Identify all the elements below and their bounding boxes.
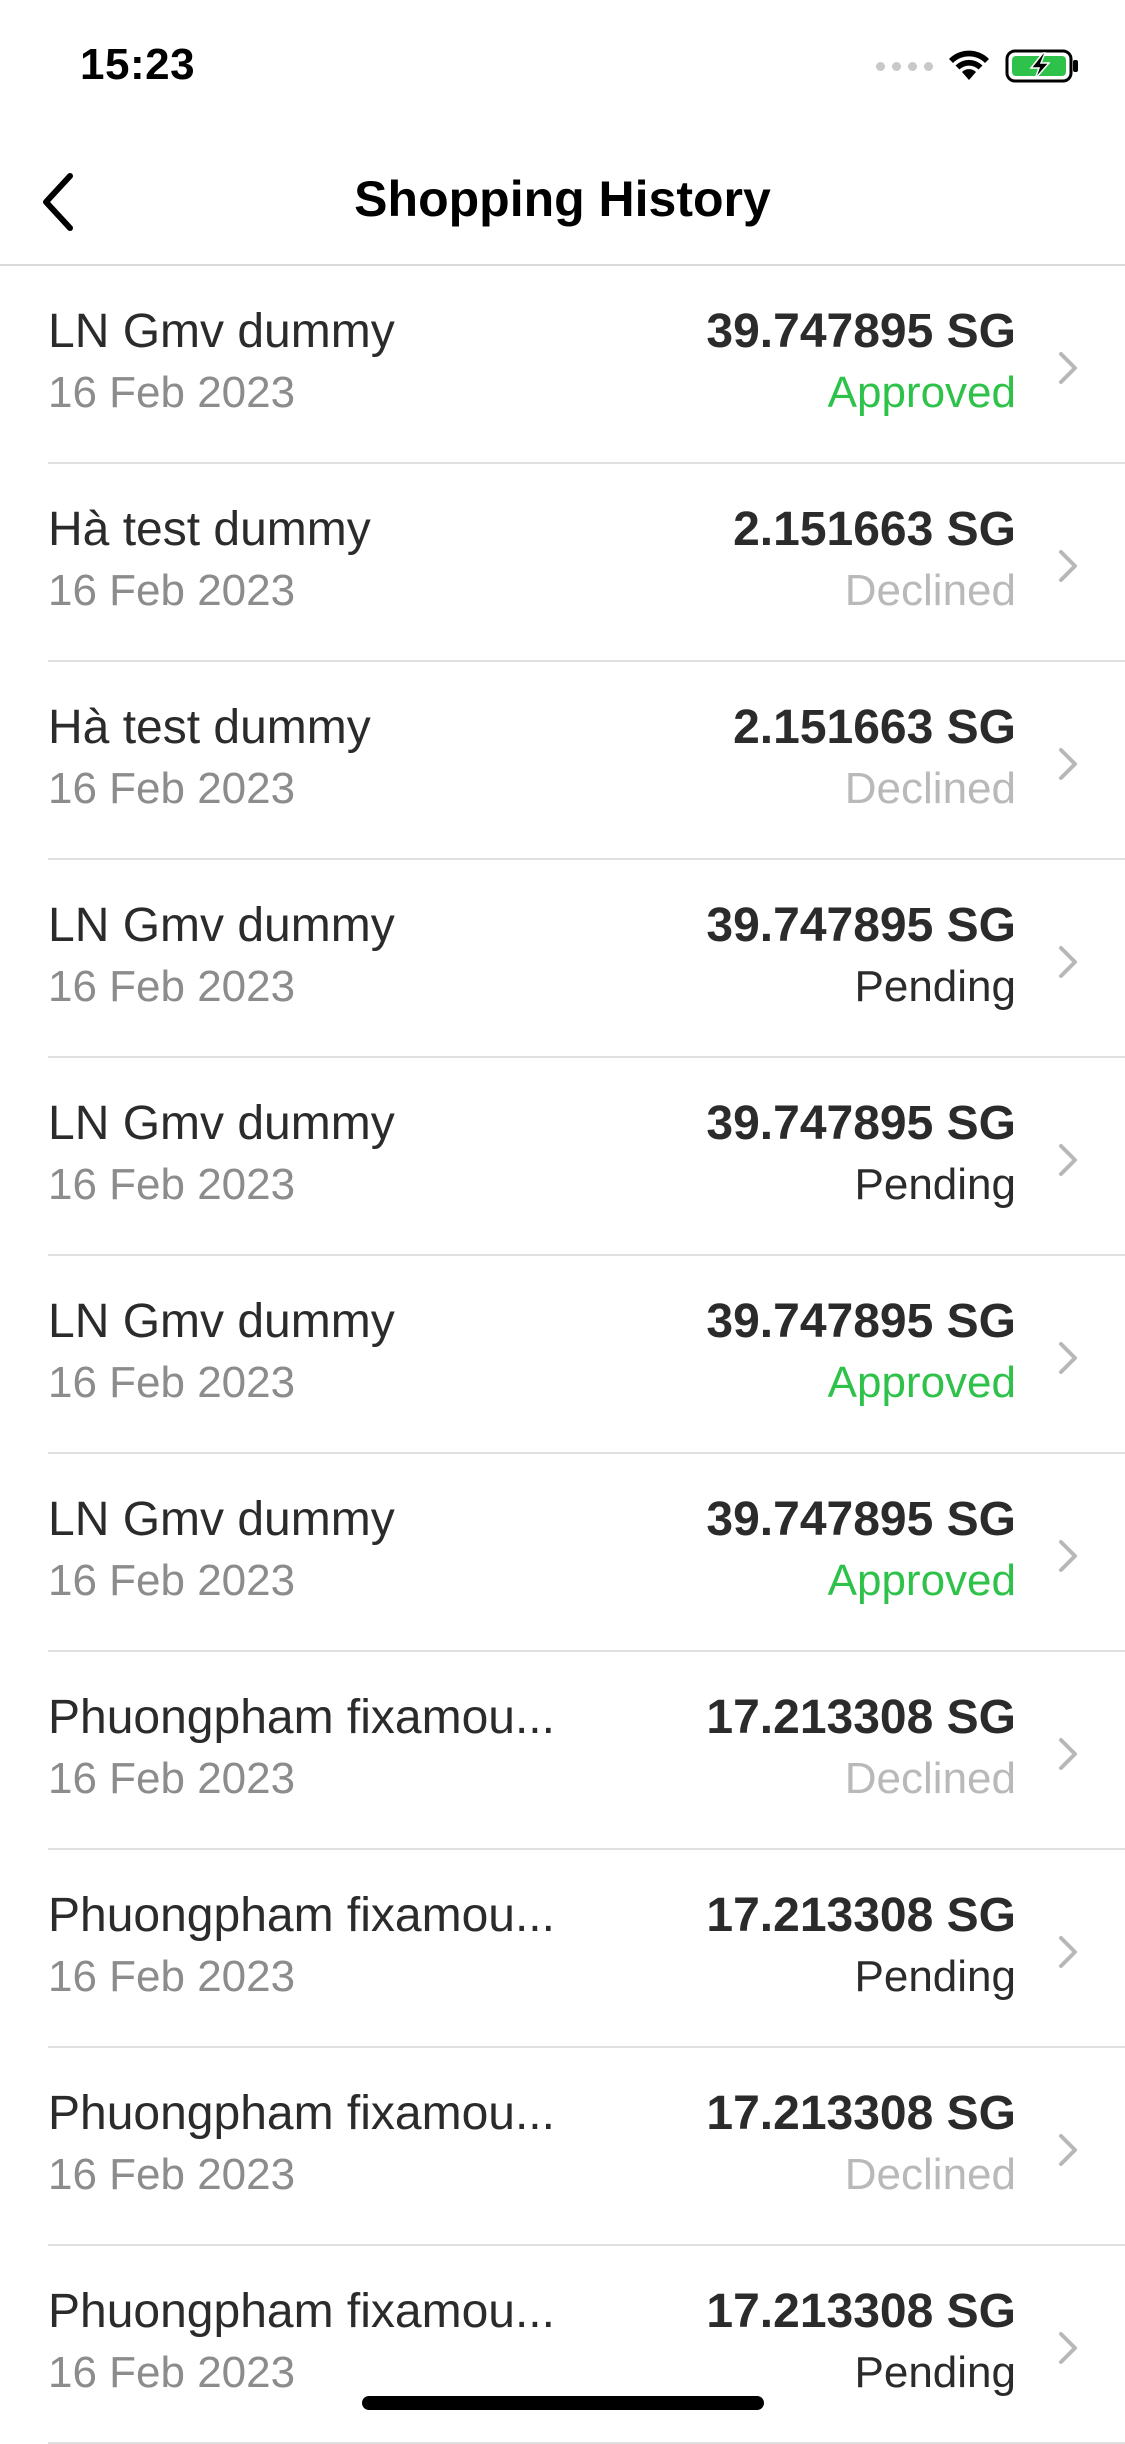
transaction-date: 16 Feb 2023: [48, 1556, 296, 1605]
transaction-amount: 39.747895 SG: [706, 1295, 1016, 1348]
chevron-right-icon: [1059, 1936, 1077, 1968]
status-bar: 15:23: [0, 0, 1125, 140]
transaction-amount: 39.747895 SG: [706, 899, 1016, 952]
transaction-status: Pending: [854, 962, 1016, 1011]
chevron-right-icon: [1059, 352, 1077, 384]
chevron-right-icon: [1059, 1738, 1077, 1770]
transaction-date: 16 Feb 2023: [48, 566, 296, 615]
transaction-row[interactable]: Phuongpham fixamou... 16 Feb 2023 17.21330…: [0, 1652, 1125, 1850]
chevron-right-icon: [1059, 946, 1077, 978]
transaction-row[interactable]: Phuongpham fixamou... 16 Feb 2023 17.21330…: [0, 2048, 1125, 2246]
transaction-amount: 17.213308 SG: [706, 1691, 1016, 1744]
transaction-status: Declined: [844, 764, 1016, 813]
transaction-amount: 2.151663 SG: [733, 701, 1016, 754]
transaction-row[interactable]: Phuongpham fixamou... 16 Feb 2023 17.21330…: [0, 1850, 1125, 2048]
page-title: Shopping History: [354, 171, 771, 227]
transaction-status: Pending: [854, 1952, 1016, 2001]
transaction-status: Approved: [827, 1556, 1016, 1605]
transaction-title: LN Gmv dummy: [48, 305, 395, 358]
transaction-status: Declined: [844, 566, 1016, 615]
transaction-row[interactable]: LN Gmv dummy 16 Feb 2023 39.747895 SG Pendi…: [0, 1058, 1125, 1256]
transaction-row[interactable]: Phuongpham fixamou... 16 Feb 2023 17.21330…: [0, 2246, 1125, 2444]
transaction-list: LN Gmv dummy 16 Feb 2023 39.747895 SG Appro…: [0, 266, 1125, 2444]
status-icons: [876, 48, 1081, 84]
transaction-title: Phuongpham fixamou...: [48, 2285, 555, 2338]
transaction-amount: 39.747895 SG: [706, 1097, 1016, 1150]
transaction-amount: 17.213308 SG: [706, 1889, 1016, 1942]
transaction-date: 16 Feb 2023: [48, 1754, 296, 1803]
chevron-right-icon: [1059, 2134, 1077, 2166]
navigation-bar: Shopping History: [0, 140, 1125, 266]
transaction-amount: 17.213308 SG: [706, 2087, 1016, 2140]
transaction-amount: 39.747895 SG: [706, 305, 1016, 358]
wifi-icon: [949, 50, 989, 80]
status-time: 15:23: [80, 40, 196, 89]
transaction-title: LN Gmv dummy: [48, 899, 395, 952]
transaction-amount: 2.151663 SG: [733, 503, 1016, 556]
transaction-row[interactable]: LN Gmv dummy 16 Feb 2023 39.747895 SG Appro…: [0, 1454, 1125, 1652]
transaction-title: LN Gmv dummy: [48, 1493, 395, 1546]
transaction-status: Pending: [854, 1160, 1016, 1209]
transaction-date: 16 Feb 2023: [48, 2150, 296, 2199]
chevron-right-icon: [1059, 1540, 1077, 1572]
transaction-row[interactable]: LN Gmv dummy 16 Feb 2023 39.747895 SG Appro…: [0, 266, 1125, 464]
transaction-status: Pending: [854, 2348, 1016, 2397]
transaction-row[interactable]: LN Gmv dummy 16 Feb 2023 39.747895 SG Appro…: [0, 1256, 1125, 1454]
transaction-date: 16 Feb 2023: [48, 764, 296, 813]
transaction-amount: 39.747895 SG: [706, 1493, 1016, 1546]
transaction-title: Hà test dummy: [48, 701, 371, 754]
battery-charging-icon: [1005, 49, 1078, 83]
transaction-status: Approved: [827, 368, 1016, 417]
transaction-date: 16 Feb 2023: [48, 2348, 296, 2397]
transaction-title: LN Gmv dummy: [48, 1097, 395, 1150]
transaction-title: Phuongpham fixamou...: [48, 2087, 555, 2140]
transaction-status: Approved: [827, 1358, 1016, 1407]
transaction-date: 16 Feb 2023: [48, 962, 296, 1011]
transaction-title: Hà test dummy: [48, 503, 371, 556]
transaction-date: 16 Feb 2023: [48, 368, 296, 417]
chevron-right-icon: [1059, 2332, 1077, 2364]
transaction-status: Declined: [844, 2150, 1016, 2199]
chevron-right-icon: [1059, 550, 1077, 582]
transaction-status: Declined: [844, 1754, 1016, 1803]
chevron-right-icon: [1059, 748, 1077, 780]
transaction-row[interactable]: Hà test dummy 16 Feb 2023 2.151663 SG Decli…: [0, 662, 1125, 860]
transaction-title: Phuongpham fixamou...: [48, 1889, 555, 1942]
transaction-title: LN Gmv dummy: [48, 1295, 395, 1348]
chevron-right-icon: [1059, 1342, 1077, 1374]
transaction-row[interactable]: Hà test dummy 16 Feb 2023 2.151663 SG Decli…: [0, 464, 1125, 662]
transaction-date: 16 Feb 2023: [48, 1358, 296, 1407]
home-indicator[interactable]: [362, 2396, 764, 2410]
transaction-date: 16 Feb 2023: [48, 1160, 296, 1209]
chevron-right-icon: [1059, 1144, 1077, 1176]
transaction-row[interactable]: LN Gmv dummy 16 Feb 2023 39.747895 SG Pendi…: [0, 860, 1125, 1058]
transaction-amount: 17.213308 SG: [706, 2285, 1016, 2338]
transaction-title: Phuongpham fixamou...: [48, 1691, 555, 1744]
cellular-signal-icon: [876, 61, 933, 71]
transaction-date: 16 Feb 2023: [48, 1952, 296, 2001]
